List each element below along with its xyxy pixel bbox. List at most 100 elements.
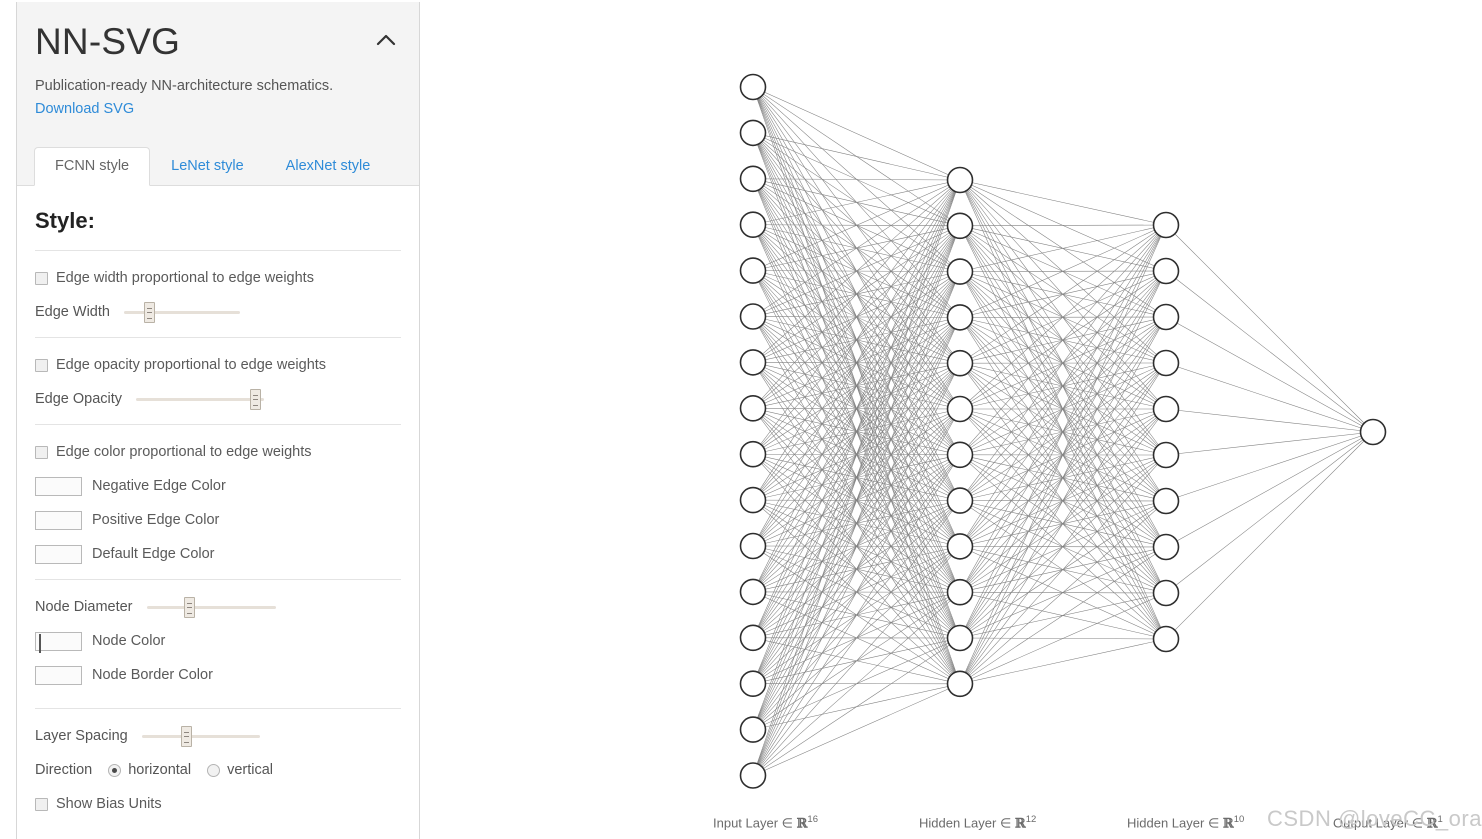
network-edge [752,179,961,271]
network-node[interactable] [739,211,767,238]
network-node[interactable] [739,73,767,101]
network-node[interactable] [1152,625,1180,653]
network-node[interactable] [1152,487,1180,515]
network-svg[interactable] [430,0,1482,800]
edge-color-proportional-label: Edge color proportional to edge weights [56,444,312,460]
network-node[interactable] [946,533,974,560]
node-color-label: Node Color [92,633,166,649]
edge-opacity-proportional-checkbox[interactable] [35,358,48,372]
network-node[interactable] [1152,441,1180,469]
network-node[interactable] [739,762,767,789]
tab-fcnn-style[interactable]: FCNN style [34,146,151,186]
edge-color-proportional-row: Edge color proportional to edge weights [35,441,401,463]
edge-width-proportional-checkbox[interactable] [35,271,48,285]
negative-edge-color-swatch[interactable] [35,476,82,496]
network-node[interactable] [946,349,974,377]
network-node[interactable] [1152,579,1180,607]
network-edge [1165,431,1374,456]
style-section-heading: Style: [35,208,95,233]
network-node[interactable] [1152,395,1180,423]
network-node[interactable] [739,257,767,284]
edge-color-proportional-checkbox[interactable] [35,445,48,459]
network-edge [959,224,1167,593]
edge-width-proportional-row: Edge width proportional to edge weights [35,267,401,289]
network-node[interactable] [1152,533,1180,561]
layer-spacing-label: Layer Spacing [35,728,128,744]
panel-subtitle: Publication-ready NN-architecture schema… [35,77,334,94]
network-node[interactable] [946,670,974,698]
network-node[interactable] [946,578,974,606]
network-node[interactable] [739,670,767,698]
node-diameter-slider-handle[interactable] [183,597,195,618]
network-edge [959,454,1167,684]
network-node[interactable] [946,624,974,652]
caption-input-prefix: Input Layer ∈ [713,815,797,831]
layer-spacing-slider[interactable] [141,726,260,747]
show-bias-units-row: Show Bias Units [35,793,401,815]
network-diagram: Input Layer ∈ ℝ16 Hidden Layer ∈ ℝ12 Hid… [430,0,1482,839]
edge-opacity-slider-handle[interactable] [250,389,262,410]
network-node[interactable] [739,394,767,422]
panel-body: Style: Edge width proportional to edge w… [17,186,419,839]
network-node[interactable] [739,532,767,560]
edge-width-slider[interactable] [123,302,240,323]
direction-horizontal-radio[interactable] [108,763,122,777]
default-edge-color-swatch[interactable] [35,544,82,564]
tab-lenet-style[interactable]: LeNet style [150,147,265,187]
node-diameter-slider[interactable] [146,597,276,618]
node-color-swatch[interactable] [35,631,82,653]
caption-hidden1-set: ℝ [1014,816,1026,832]
negative-edge-color-label: Negative Edge Color [92,478,226,494]
network-edge [1165,431,1374,594]
caption-hidden1-layer: Hidden Layer ∈ ℝ12 [919,814,1036,831]
network-node[interactable] [1359,418,1387,446]
node-border-color-swatch[interactable] [35,665,82,685]
positive-edge-color-row: Positive Edge Color [35,509,401,531]
network-edge [1165,316,1374,433]
network-node[interactable] [739,119,767,147]
network-node[interactable] [1152,303,1180,331]
network-node[interactable] [946,441,974,469]
caption-hidden2-sup: 10 [1233,814,1245,825]
app-root: NN-SVG Publication-ready NN-architecture… [0,0,1482,839]
caption-hidden1-prefix: Hidden Layer ∈ [919,815,1015,831]
network-node[interactable] [739,486,767,514]
network-node[interactable] [946,258,974,285]
network-node[interactable] [739,349,767,376]
network-node[interactable] [739,578,767,606]
network-node[interactable] [946,304,974,331]
network-node[interactable] [946,212,974,240]
show-bias-units-checkbox[interactable] [35,797,48,811]
network-node[interactable] [739,716,767,743]
default-edge-color-row: Default Edge Color [35,543,401,565]
chevron-up-icon[interactable] [373,28,399,54]
network-edge [1165,431,1374,502]
network-node[interactable] [946,487,974,514]
network-node[interactable] [946,166,974,194]
direction-vertical-radio[interactable] [207,763,221,777]
layer-spacing-slider-handle[interactable] [180,726,192,747]
network-edge [752,683,961,776]
direction-row: Direction horizontal vertical [35,759,401,781]
edge-opacity-slider[interactable] [136,389,265,410]
network-node[interactable] [739,303,767,330]
network-edges [752,86,1374,776]
network-node[interactable] [1152,257,1180,285]
positive-edge-color-swatch[interactable] [35,510,82,530]
network-node[interactable] [1152,211,1180,239]
negative-edge-color-row: Negative Edge Color [35,475,401,497]
network-node[interactable] [739,440,767,468]
network-node[interactable] [1152,349,1180,377]
network-edge [1165,408,1374,433]
download-svg-link[interactable]: Download SVG [35,101,134,117]
edge-width-proportional-label: Edge width proportional to edge weights [56,270,314,286]
network-node[interactable] [946,395,974,423]
network-node[interactable] [739,624,767,652]
tab-alexnet-style[interactable]: AlexNet style [265,147,392,187]
edge-width-slider-handle[interactable] [143,302,155,323]
network-edge [1165,431,1374,640]
network-node[interactable] [739,165,767,193]
caption-input-layer: Input Layer ∈ ℝ16 [713,814,818,831]
positive-edge-color-label: Positive Edge Color [92,512,220,528]
direction-label: Direction [35,762,93,778]
